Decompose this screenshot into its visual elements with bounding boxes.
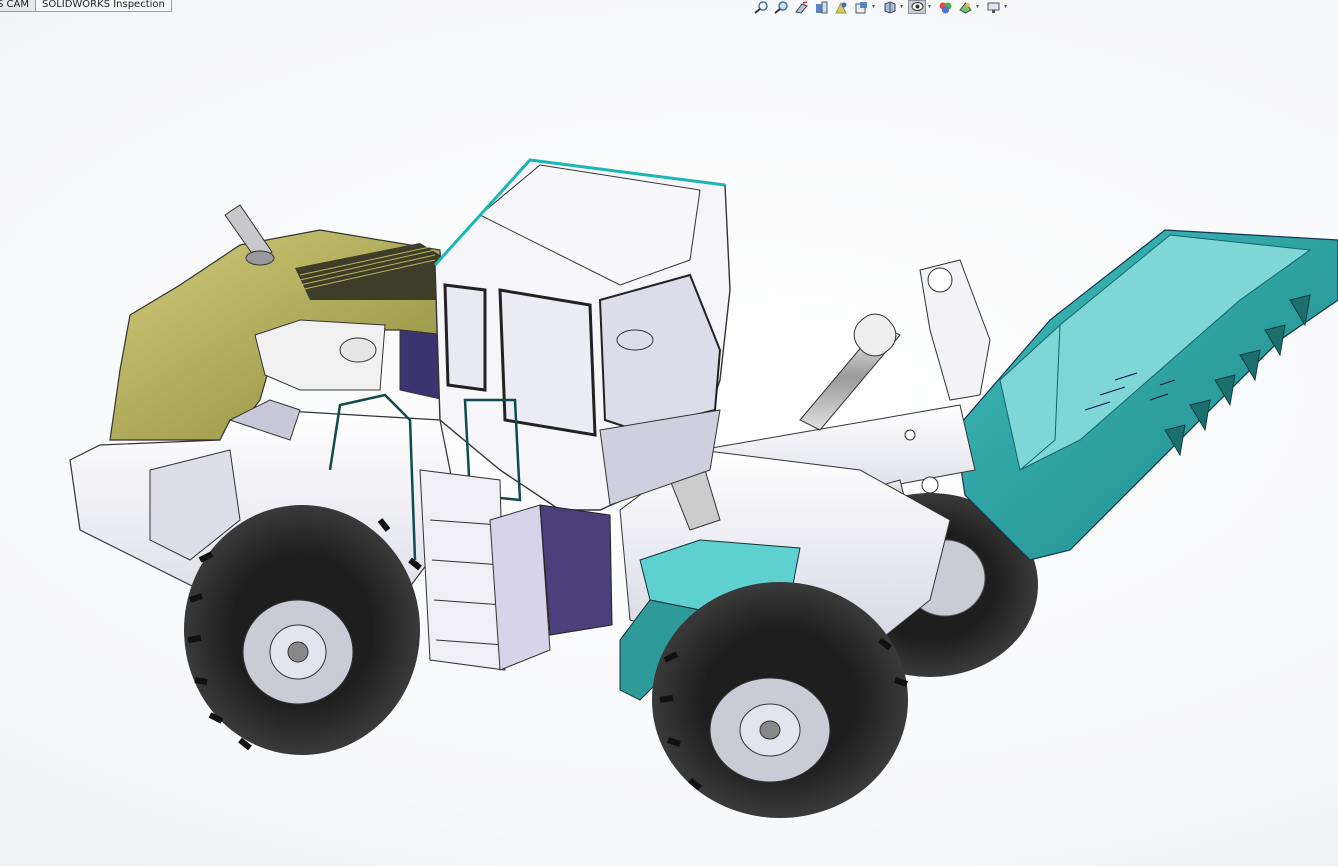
view-settings-icon[interactable] <box>984 0 1002 14</box>
tab-cam[interactable]: S CAM <box>0 0 36 12</box>
command-manager-tabs: S CAM SOLIDWORKS Inspection <box>0 0 172 12</box>
rear-tire-front <box>184 505 422 755</box>
apply-scene-icon[interactable] <box>956 0 974 14</box>
edit-appearance-icon[interactable] <box>936 0 954 14</box>
chevron-down-icon[interactable]: ▾ <box>1004 0 1010 14</box>
chevron-down-icon[interactable]: ▾ <box>976 0 982 14</box>
zoom-to-area-icon[interactable] <box>772 0 790 14</box>
chevron-down-icon[interactable]: ▾ <box>900 0 906 14</box>
chevron-down-icon[interactable]: ▾ <box>928 0 934 14</box>
hide-show-items-icon[interactable] <box>908 0 926 14</box>
bucket <box>954 229 1338 561</box>
wheel-loader-model[interactable] <box>0 14 1338 866</box>
section-view-icon[interactable] <box>812 0 830 14</box>
display-style-icon[interactable] <box>880 0 898 14</box>
dynamic-annotation-views-icon[interactable] <box>832 0 850 14</box>
view-orientation-icon[interactable] <box>852 0 870 14</box>
zoom-to-fit-icon[interactable] <box>752 0 770 14</box>
chevron-down-icon[interactable]: ▾ <box>872 0 878 14</box>
tab-solidworks-inspection[interactable]: SOLIDWORKS Inspection <box>34 0 172 12</box>
graphics-area[interactable] <box>0 14 1338 866</box>
front-tire <box>652 582 908 818</box>
cab <box>433 158 731 511</box>
previous-view-icon[interactable] <box>792 0 810 14</box>
heads-up-view-toolbar: ▾ ▾ ▾ ▾ ▾ <box>752 0 1010 14</box>
